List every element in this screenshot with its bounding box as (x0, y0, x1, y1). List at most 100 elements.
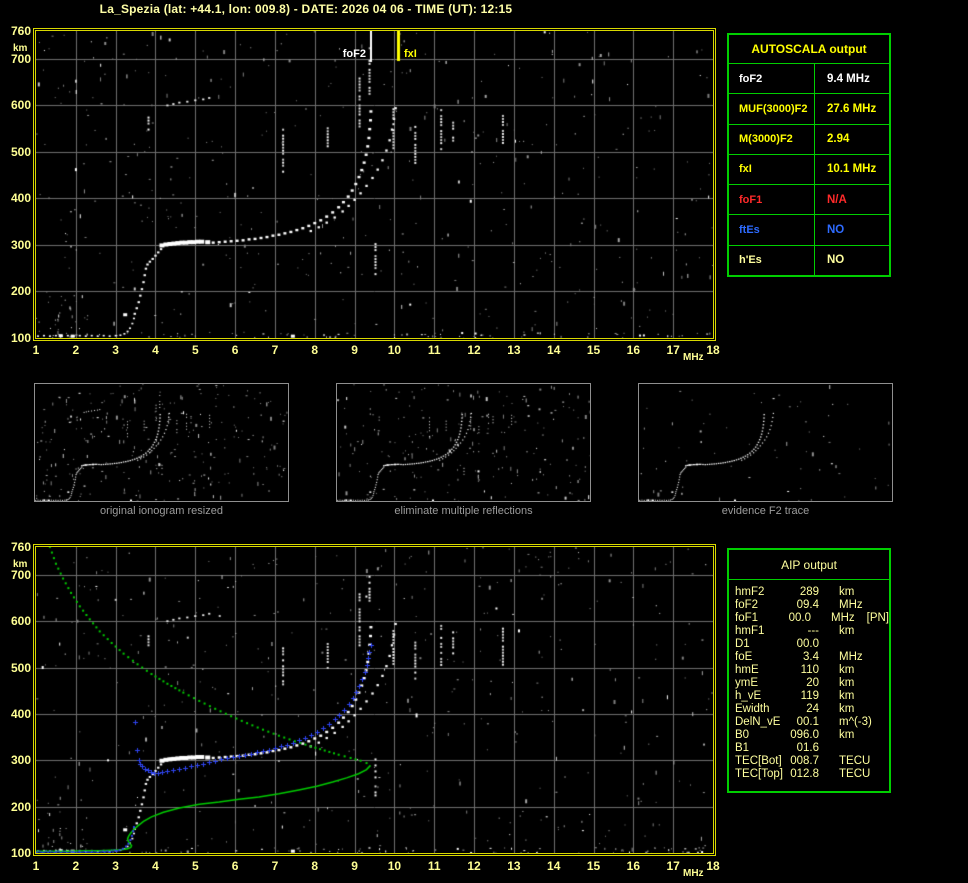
aip-value: 24 (806, 703, 819, 715)
y-tick-label: 300 (10, 237, 31, 252)
parameter-row: foF1 N/A (729, 185, 889, 216)
aip-label: B0 (735, 729, 750, 741)
aip-unit: MHz (839, 599, 863, 611)
y-tick-label: 400 (10, 191, 31, 206)
y-tick-label: 500 (10, 660, 31, 675)
y-tick-label: 500 (10, 144, 31, 159)
y-tick-label: 760 (10, 540, 31, 554)
aip-label: hmF2 (735, 586, 765, 598)
aip-parameter-row: hmE 110 km (729, 664, 889, 677)
parameter-value: 2.94 (827, 133, 850, 146)
aip-unit: km (839, 664, 855, 676)
aip-parameter-row: Ewidth 24 km (729, 703, 889, 716)
parameter-value: 9.4 MHz (827, 72, 870, 85)
aip-parameter-row: B0 096.0 km (729, 729, 889, 742)
x-tick-label: 12 (467, 343, 481, 357)
parameter-row: ftEs NO (729, 215, 889, 246)
parameter-label: foF2 (729, 64, 815, 94)
x-tick-label: 1 (32, 343, 40, 357)
parameter-label: foF1 (729, 185, 815, 215)
parameter-value: NO (827, 254, 845, 267)
y-tick-label: 200 (10, 284, 31, 299)
thumbnail-caption: eliminate multiple reflections (394, 505, 533, 517)
parameter-label: M(3000)F2 (729, 124, 815, 154)
aip-label: TEC[Bot] (735, 755, 782, 767)
x-tick-label: 4 (152, 343, 159, 357)
aip-value: 20 (806, 677, 819, 689)
x-tick-label: 3 (112, 859, 119, 873)
y-tick-label: 700 (10, 51, 31, 66)
aip-parameter-row: hmF1 --- km (729, 625, 889, 638)
x-tick-label: 15 (586, 859, 601, 873)
aip-label: DelN_vE (735, 716, 781, 728)
parameter-value: 10.1 MHz (827, 163, 877, 176)
aip-label: Ewidth (735, 703, 770, 715)
x-tick-label: 7 (271, 343, 279, 357)
aip-value: 012.8 (790, 768, 819, 780)
x-tick-label: 13 (507, 859, 521, 873)
aip-parameter-row: TEC[Top] 012.8 TECU (729, 768, 889, 781)
aip-label: hmF1 (735, 625, 765, 637)
x-tick-label: 9 (351, 343, 358, 357)
y-tick-label: 100 (10, 846, 31, 860)
station-header: La_Spezia (lat: +44.1, lon: 009.8) - DAT… (99, 2, 513, 16)
aip-value: 00.0 (796, 638, 819, 650)
aip-label: TEC[Top] (735, 768, 783, 780)
parameter-value: NO (827, 224, 845, 237)
x-tick-label: 7 (271, 859, 279, 873)
aip-parameter-row: hmF2 289 km (729, 586, 889, 599)
parameter-label: ftEs (729, 215, 815, 245)
parameter-value: 27.6 MHz (827, 102, 877, 115)
aip-parameter-row: TEC[Bot] 008.7 TECU (729, 755, 889, 768)
parameter-row: fxI 10.1 MHz (729, 154, 889, 186)
y-tick-label: 300 (10, 753, 31, 768)
aip-parameter-row: foE 3.4 MHz (729, 651, 889, 664)
aip-value: 119 (800, 690, 819, 702)
parameter-label: h'Es (729, 245, 815, 275)
aip-parameter-row: D1 00.0 (729, 638, 889, 651)
y-tick-label: 760 (10, 24, 31, 38)
x-tick-label: 17 (666, 343, 680, 357)
parameter-label: fxI (729, 154, 815, 185)
thumbnail-eliminate-reflections (336, 383, 591, 502)
x-tick-label: 14 (547, 859, 561, 873)
aip-label: foF1 (735, 612, 759, 624)
x-axis-unit: MHz (683, 868, 704, 879)
parameter-row: foF2 9.4 MHz (729, 64, 889, 95)
thumbnail-caption: original ionogram resized (100, 505, 223, 517)
aip-unit: m^(-3) (839, 716, 872, 728)
x-tick-label: 11 (427, 859, 441, 873)
x-tick-label: 1 (32, 859, 40, 873)
aip-value: --- (807, 625, 820, 637)
ionogram-plot-profile (33, 544, 716, 856)
aip-label: foF2 (735, 599, 759, 611)
aip-value: 00.0 (788, 612, 811, 624)
aip-value: 3.4 (803, 651, 819, 663)
aip-unit: MHz (830, 612, 855, 624)
aip-unit: TECU (839, 768, 871, 780)
parameter-label: MUF(3000)F2 (729, 94, 815, 124)
aip-unit: km (839, 625, 855, 637)
autoscala-table-title: AUTOSCALA output (729, 35, 889, 64)
x-tick-label: 4 (152, 859, 159, 873)
aip-value: 01.6 (796, 742, 819, 754)
aip-unit: km (839, 586, 855, 598)
aip-value: 096.0 (790, 729, 819, 741)
aip-unit: km (839, 690, 855, 702)
x-tick-label: 15 (586, 343, 601, 357)
y-tick-label: 600 (10, 98, 31, 113)
y-axis-unit: km (13, 559, 28, 570)
aip-label: h_vE (735, 690, 762, 702)
y-axis-unit: km (13, 43, 28, 54)
thumbnail-original-ionogram (34, 383, 289, 502)
aip-parameter-row: h_vE 119 km (729, 690, 889, 703)
y-tick-label: 600 (10, 614, 31, 629)
x-tick-label: 6 (231, 859, 239, 873)
aip-label: B1 (735, 742, 750, 754)
x-tick-label: 8 (311, 343, 319, 357)
parameter-row: MUF(3000)F2 27.6 MHz (729, 94, 889, 125)
aip-unit: km (839, 729, 855, 741)
y-tick-label: 100 (10, 331, 31, 345)
x-tick-label: 13 (507, 343, 521, 357)
x-tick-label: 17 (666, 859, 680, 873)
